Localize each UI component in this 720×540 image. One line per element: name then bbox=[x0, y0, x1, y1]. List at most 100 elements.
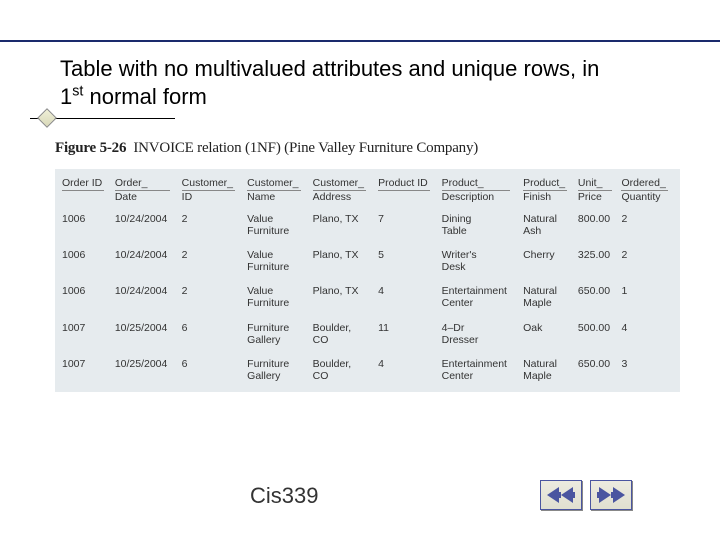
title-line2-sup: st bbox=[72, 83, 83, 99]
hdr: Customer_ bbox=[182, 177, 233, 189]
table-row: 100610/24/20042ValueFurniturePlano, TX7D… bbox=[59, 207, 676, 243]
table-cell: 10/24/2004 bbox=[112, 243, 179, 279]
table-cell: FurnitureGallery bbox=[244, 352, 309, 388]
hdr: Order ID bbox=[62, 177, 102, 189]
table-cell: 2 bbox=[618, 243, 676, 279]
hdr2: Finish bbox=[523, 191, 551, 203]
table-cell: 3 bbox=[618, 352, 676, 388]
table-row: 100610/24/20042ValueFurniturePlano, TX4E… bbox=[59, 279, 676, 315]
figure-caption: Figure 5-26 INVOICE relation (1NF) (Pine… bbox=[55, 140, 680, 157]
hdr2: ID bbox=[182, 191, 193, 203]
table-header: Order ID Order_ Date Customer_ ID Customer… bbox=[59, 175, 676, 207]
footer-label: Cis339 bbox=[250, 483, 318, 509]
table-cell: 4–DrDresser bbox=[439, 316, 520, 352]
col-customer-id: Customer_ ID bbox=[179, 175, 244, 207]
col-ordered-quantity: Ordered_ Quantity bbox=[618, 175, 676, 207]
table-area: Order ID Order_ Date Customer_ ID Customer… bbox=[55, 169, 680, 392]
hdr: Product_ bbox=[442, 177, 484, 189]
table-cell: ValueFurniture bbox=[244, 243, 309, 279]
table-cell: NaturalAsh bbox=[520, 207, 575, 243]
nav-controls bbox=[540, 480, 632, 510]
hdr: Order_ bbox=[115, 177, 148, 189]
next-button[interactable] bbox=[590, 480, 632, 510]
col-product-description: Product_ Description bbox=[439, 175, 520, 207]
table-cell: 1006 bbox=[59, 243, 112, 279]
table-cell: 10/25/2004 bbox=[112, 316, 179, 352]
table-cell: EntertainmentCenter bbox=[439, 352, 520, 388]
table-cell: 800.00 bbox=[575, 207, 619, 243]
table-cell: 1 bbox=[618, 279, 676, 315]
hdr2: Date bbox=[115, 191, 137, 203]
table-cell: 2 bbox=[618, 207, 676, 243]
table-row: 100710/25/20046FurnitureGalleryBoulder,C… bbox=[59, 316, 676, 352]
col-customer-address: Customer_Address bbox=[310, 175, 375, 207]
table-cell: Boulder,CO bbox=[310, 352, 375, 388]
col-order-id: Order ID bbox=[59, 175, 112, 207]
col-product-finish: Product_ Finish bbox=[520, 175, 575, 207]
table-cell: Cherry bbox=[520, 243, 575, 279]
table-cell: 4 bbox=[375, 279, 438, 315]
figure-desc: INVOICE relation (1NF) (Pine Valley Furn… bbox=[133, 140, 478, 156]
table-cell: DiningTable bbox=[439, 207, 520, 243]
invoice-table: Order ID Order_ Date Customer_ ID Customer… bbox=[59, 175, 676, 388]
table-cell: 10/24/2004 bbox=[112, 207, 179, 243]
hdr2: Price bbox=[578, 191, 602, 203]
diamond-ornament bbox=[37, 108, 57, 128]
table-cell: 325.00 bbox=[575, 243, 619, 279]
slide-title: Table with no multivalued attributes and… bbox=[60, 55, 680, 110]
table-row: 100710/25/20046FurnitureGalleryBoulder,C… bbox=[59, 352, 676, 388]
table-cell: FurnitureGallery bbox=[244, 316, 309, 352]
table-cell: 500.00 bbox=[575, 316, 619, 352]
table-cell: 10/25/2004 bbox=[112, 352, 179, 388]
col-customer-name: Customer_ Name bbox=[244, 175, 309, 207]
table-header-row: Order ID Order_ Date Customer_ ID Customer… bbox=[59, 175, 676, 207]
table-cell: 1007 bbox=[59, 316, 112, 352]
next-icon bbox=[597, 487, 625, 503]
figure-label: Figure 5-26 bbox=[55, 140, 126, 156]
table-cell: 5 bbox=[375, 243, 438, 279]
table-cell: 650.00 bbox=[575, 279, 619, 315]
table-cell: Plano, TX bbox=[310, 207, 375, 243]
table-cell: 650.00 bbox=[575, 352, 619, 388]
hdr: Product ID bbox=[378, 177, 428, 189]
hdr: Product_ bbox=[523, 177, 565, 189]
table-cell: 1006 bbox=[59, 279, 112, 315]
table-cell: 1007 bbox=[59, 352, 112, 388]
top-rule bbox=[0, 40, 720, 42]
table-cell: 4 bbox=[618, 316, 676, 352]
table-cell: NaturalMaple bbox=[520, 279, 575, 315]
hdr: Unit_ bbox=[578, 177, 603, 189]
table-cell: 2 bbox=[179, 207, 244, 243]
prev-button[interactable] bbox=[540, 480, 582, 510]
title-line2-rest: normal form bbox=[83, 84, 206, 109]
table-body: 100610/24/20042ValueFurniturePlano, TX7D… bbox=[59, 207, 676, 388]
hdr2: Quantity bbox=[621, 191, 660, 203]
title-line2-num: 1 bbox=[60, 84, 72, 109]
hdr: Customer_ bbox=[313, 177, 364, 189]
title-line1: Table with no multivalued attributes and… bbox=[60, 56, 599, 81]
table-cell: Plano, TX bbox=[310, 279, 375, 315]
table-cell: 6 bbox=[179, 316, 244, 352]
table-cell: 6 bbox=[179, 352, 244, 388]
table-cell: Oak bbox=[520, 316, 575, 352]
figure-block: Figure 5-26 INVOICE relation (1NF) (Pine… bbox=[55, 140, 680, 392]
table-cell: ValueFurniture bbox=[244, 207, 309, 243]
hdr: Customer_ bbox=[247, 177, 298, 189]
table-cell: NaturalMaple bbox=[520, 352, 575, 388]
col-order-date: Order_ Date bbox=[112, 175, 179, 207]
hdr: Ordered_ bbox=[621, 177, 665, 189]
col-unit-price: Unit_ Price bbox=[575, 175, 619, 207]
table-cell: 2 bbox=[179, 243, 244, 279]
table-cell: 2 bbox=[179, 279, 244, 315]
hdr2: Name bbox=[247, 191, 275, 203]
table-cell: 4 bbox=[375, 352, 438, 388]
table-cell: Plano, TX bbox=[310, 243, 375, 279]
table-row: 100610/24/20042ValueFurniturePlano, TX5W… bbox=[59, 243, 676, 279]
hdr2: Description bbox=[442, 191, 495, 203]
table-cell: 10/24/2004 bbox=[112, 279, 179, 315]
table-cell: ValueFurniture bbox=[244, 279, 309, 315]
table-cell: 7 bbox=[375, 207, 438, 243]
col-product-id: Product ID bbox=[375, 175, 438, 207]
prev-icon bbox=[547, 487, 575, 503]
table-cell: 1006 bbox=[59, 207, 112, 243]
